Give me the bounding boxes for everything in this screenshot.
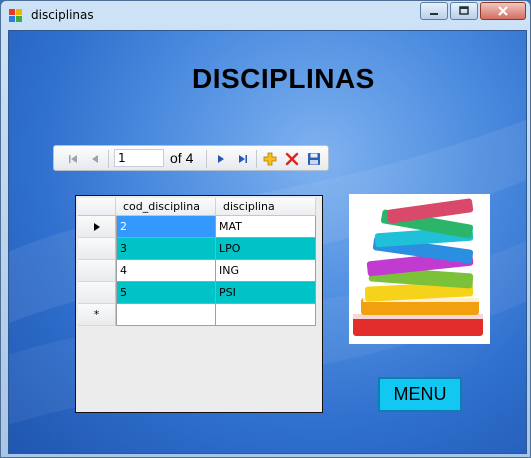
row-header[interactable] bbox=[78, 260, 116, 282]
delete-button[interactable] bbox=[283, 150, 301, 168]
add-new-button[interactable] bbox=[261, 150, 279, 168]
row-header[interactable] bbox=[78, 238, 116, 260]
data-grid[interactable]: cod_disciplina disciplina 2 MAT 3 LPO 4 ING 5 P… bbox=[75, 195, 323, 413]
cell-disciplina[interactable]: MAT bbox=[216, 216, 316, 238]
book-stack-illustration bbox=[353, 198, 483, 336]
column-header-cod-disciplina[interactable]: cod_disciplina bbox=[116, 198, 216, 216]
maximize-button[interactable] bbox=[450, 2, 478, 20]
cell-cod-disciplina[interactable]: 4 bbox=[116, 260, 216, 282]
add-new-icon bbox=[263, 152, 277, 166]
table-row[interactable]: 3 LPO bbox=[78, 238, 316, 260]
column-header-disciplina[interactable]: disciplina bbox=[216, 198, 316, 216]
move-previous-icon bbox=[92, 155, 98, 163]
cell-cod-disciplina[interactable]: 3 bbox=[116, 238, 216, 260]
cell-disciplina[interactable]: PSI bbox=[216, 282, 316, 304]
page-title: DISCIPLINAS bbox=[192, 63, 375, 94]
save-button[interactable] bbox=[305, 150, 323, 168]
cell-cod-disciplina[interactable] bbox=[116, 304, 216, 326]
move-next-icon bbox=[218, 155, 224, 163]
move-first-button[interactable] bbox=[64, 150, 82, 168]
menu-button[interactable]: MENU bbox=[378, 377, 462, 412]
maximize-icon bbox=[459, 6, 469, 15]
app-icon bbox=[9, 9, 22, 22]
form-client-area: DISCIPLINAS 1 of 4 cod_disciplina discip… bbox=[8, 30, 527, 454]
books-image bbox=[349, 194, 490, 344]
separator bbox=[108, 150, 109, 168]
window-controls bbox=[418, 2, 526, 20]
minimize-button[interactable] bbox=[420, 2, 448, 20]
separator bbox=[256, 150, 257, 168]
close-icon bbox=[498, 6, 508, 16]
cell-cod-disciplina[interactable]: 2 bbox=[116, 216, 216, 238]
move-previous-button[interactable] bbox=[86, 150, 104, 168]
row-header[interactable]: * bbox=[78, 304, 116, 326]
row-header[interactable] bbox=[78, 282, 116, 304]
move-first-icon bbox=[69, 155, 77, 163]
delete-icon bbox=[285, 152, 299, 166]
title-bar[interactable]: disciplinas bbox=[1, 1, 531, 30]
row-header[interactable] bbox=[78, 216, 116, 238]
cell-disciplina[interactable] bbox=[216, 304, 316, 326]
save-icon bbox=[308, 153, 320, 165]
window-title: disciplinas bbox=[31, 8, 94, 22]
table-row[interactable]: 4 ING bbox=[78, 260, 316, 282]
table-row[interactable]: 5 PSI bbox=[78, 282, 316, 304]
cell-disciplina[interactable]: ING bbox=[216, 260, 316, 282]
move-last-icon bbox=[239, 155, 247, 163]
record-count-label: of 4 bbox=[170, 150, 194, 166]
cell-cod-disciplina[interactable]: 5 bbox=[116, 282, 216, 304]
new-row[interactable]: * bbox=[78, 304, 316, 326]
grid-corner-header bbox=[78, 198, 116, 216]
move-next-button[interactable] bbox=[212, 150, 230, 168]
app-window: disciplinas DISCIPLINAS 1 of 4 cod_disci… bbox=[0, 0, 531, 458]
move-last-button[interactable] bbox=[234, 150, 252, 168]
current-row-icon bbox=[93, 222, 100, 231]
cell-disciplina[interactable]: LPO bbox=[216, 238, 316, 260]
table-row[interactable]: 2 MAT bbox=[78, 216, 316, 238]
minimize-icon bbox=[430, 13, 438, 15]
position-input[interactable]: 1 bbox=[114, 149, 164, 167]
separator bbox=[206, 150, 207, 168]
binding-navigator: 1 of 4 bbox=[53, 145, 329, 171]
close-button[interactable] bbox=[480, 2, 526, 20]
